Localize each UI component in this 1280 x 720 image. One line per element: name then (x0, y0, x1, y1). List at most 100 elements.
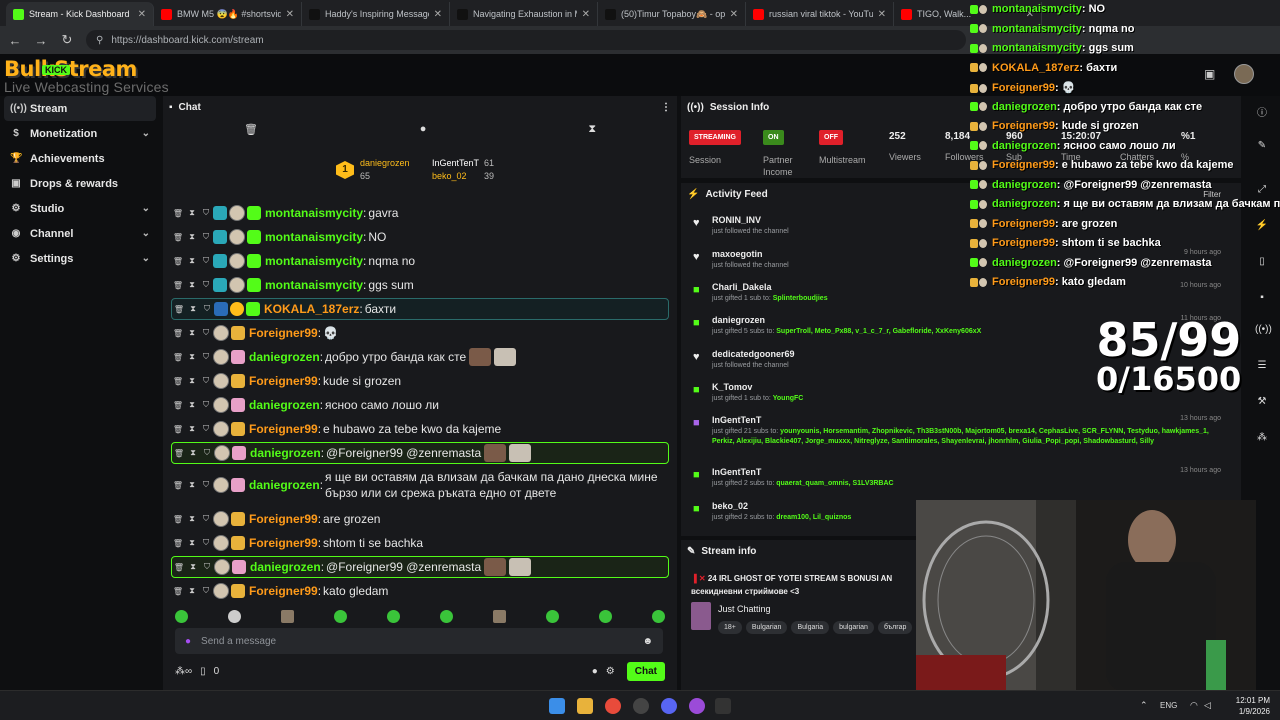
emote-icon[interactable] (175, 609, 188, 623)
language-indicator[interactable]: ENG (1160, 701, 1177, 710)
browser-tab[interactable]: Stream - Kick Dashboard ✕ (6, 2, 154, 26)
filter-button[interactable]: Filter (1203, 190, 1221, 199)
trash-icon[interactable]: 🗑 (172, 563, 186, 572)
timer-icon[interactable]: ⧗ (185, 586, 199, 596)
tab-close-icon[interactable]: ✕ (286, 9, 294, 20)
file-explorer-icon[interactable] (577, 698, 593, 714)
system-clock[interactable]: 12:01 PM 1/9/2026 (1236, 695, 1270, 717)
chat-message[interactable]: 🗑 ⧗ ⛉ Foreigner99: shtom ti se bachka (171, 532, 669, 554)
tab-close-icon[interactable]: ✕ (138, 9, 146, 20)
chevron-down-icon[interactable]: ⌄ (142, 128, 150, 139)
sidebar-item-drops-rewards[interactable]: ▣ Drops & rewards (0, 171, 160, 196)
chat-username[interactable]: Foreigner99 (249, 512, 318, 526)
list-icon[interactable]: ☰ (1255, 360, 1269, 374)
chat-username[interactable]: montanaismycity (265, 254, 363, 268)
expand-icon[interactable]: ⤢ (1255, 184, 1269, 198)
trash-icon[interactable]: ▯ (1255, 256, 1269, 270)
chat-message[interactable]: 🗑 ⧗ ⛉ montanaismycity: NO (171, 226, 669, 248)
avatar[interactable] (1234, 64, 1254, 84)
chat-username[interactable]: montanaismycity (265, 206, 363, 220)
twitch-icon[interactable] (689, 698, 705, 714)
chat-message[interactable]: 🗑 ⧗ ⛉ daniegrozen: @Foreigner99 @zenremasta (171, 442, 669, 464)
shield-icon[interactable]: ⛉ (199, 208, 213, 218)
trash-icon[interactable]: 🗑 (171, 539, 185, 548)
browser-tab[interactable]: (50)Timur Topaboy🙈 - оригин ✕ (598, 2, 746, 26)
chat-message[interactable]: 🗑 ⧗ ⛉ montanaismycity: ggs sum (171, 274, 669, 296)
chevron-down-icon[interactable]: ⌄ (142, 253, 150, 264)
notification-icon[interactable]: ▣ (1204, 67, 1215, 81)
timer-icon[interactable]: ⧗ (186, 304, 200, 314)
tab-close-icon[interactable]: ✕ (730, 9, 738, 20)
activity-username[interactable]: maxoegotin (712, 249, 763, 259)
gear-icon[interactable]: ⚙ (606, 666, 615, 677)
trash-icon[interactable]: 🗑 (171, 233, 185, 242)
activity-username[interactable]: K_Tomov (712, 382, 752, 392)
trash-icon[interactable]: 🗑 (171, 425, 185, 434)
back-icon[interactable]: ← (8, 33, 22, 48)
chat-username[interactable]: Foreigner99 (249, 536, 318, 550)
shield-icon[interactable]: ⛉ (199, 376, 213, 386)
trash-icon[interactable]: 🗑 (171, 329, 185, 338)
sidebar-item-stream[interactable]: ((•)) Stream (4, 96, 156, 121)
emoji-icon[interactable]: ☻ (642, 636, 653, 647)
shield-icon[interactable]: ⛉ (199, 424, 213, 434)
shield-icon[interactable]: ⛉ (200, 562, 214, 572)
trash-icon[interactable]: 🗑 (171, 515, 185, 524)
chat-message[interactable]: 🗑 ⧗ ⛉ Foreigner99: 💀 (171, 322, 669, 344)
emote-icon[interactable] (493, 609, 506, 623)
timer-icon[interactable]: ⧗ (185, 480, 199, 490)
shield-icon[interactable]: ⛉ (199, 232, 213, 242)
timer-icon[interactable]: ⧗ (185, 352, 199, 362)
sidebar-item-monetization[interactable]: $ Monetization ⌄ (0, 121, 160, 146)
chat-username[interactable]: Foreigner99 (249, 374, 318, 388)
shield-icon[interactable]: ⛉ (199, 538, 213, 548)
timer-icon[interactable]: ⧗ (186, 562, 200, 572)
sidebar-item-studio[interactable]: ⚙ Studio ⌄ (0, 196, 160, 221)
chat-username[interactable]: daniegrozen (249, 478, 320, 492)
chat-message[interactable]: 🗑 ⧗ ⛉ Foreigner99: are grozen (171, 508, 669, 530)
shield-icon[interactable]: ⛉ (199, 400, 213, 410)
share-icon[interactable]: ⁂ (1255, 432, 1269, 446)
url-field[interactable]: ⚲ https://dashboard.kick.com/stream (86, 30, 966, 50)
timer-icon[interactable]: ⧗ (185, 514, 199, 524)
discord-icon[interactable] (661, 698, 677, 714)
trash-icon[interactable]: 🗑 (172, 305, 186, 314)
chevron-down-icon[interactable]: ⌄ (142, 203, 150, 214)
trash-icon[interactable]: 🗑 (171, 587, 185, 596)
trash-icon[interactable]: 🗑 (171, 401, 185, 410)
emote-icon[interactable] (281, 609, 294, 623)
chat-message[interactable]: 🗑 ⧗ ⛉ KOKALA_187erz: бахти (171, 298, 669, 320)
trash-icon[interactable]: 🗑 (171, 377, 185, 386)
chat-message[interactable]: 🗑 ⧗ ⛉ montanaismycity: gavra (171, 202, 669, 224)
chat-message[interactable]: 🗑 ⧗ ⛉ Foreigner99: kato gledam (171, 580, 669, 602)
chat-input[interactable]: ● Send a message ☻ (175, 628, 663, 654)
shield-icon[interactable]: ⛉ (199, 586, 213, 596)
shield-icon[interactable]: ⛉ (200, 304, 214, 314)
tray-chevron-icon[interactable]: ⌃ (1140, 700, 1148, 711)
info-icon[interactable]: ⓘ (1255, 104, 1269, 119)
chat-username[interactable]: daniegrozen (250, 446, 321, 460)
chat-message[interactable]: 🗑 ⧗ ⛉ Foreigner99: e hubawo za tebe kwo da k… (171, 418, 669, 440)
timer-icon[interactable]: ⧗ (588, 123, 596, 136)
chat-username[interactable]: Foreigner99 (249, 422, 318, 436)
chat-send-button[interactable]: Chat (626, 661, 665, 681)
chat-message[interactable]: 🗑 ⧗ ⛉ Foreigner99: kude si grozen (171, 370, 669, 392)
activity-username[interactable]: dedicatedgooner69 (712, 349, 795, 359)
chat-username[interactable]: montanaismycity (265, 230, 363, 244)
tab-close-icon[interactable]: ✕ (1026, 9, 1034, 20)
trash-icon[interactable]: 🗑 (171, 209, 185, 218)
forward-icon[interactable]: → (34, 33, 48, 48)
timer-icon[interactable]: ⧗ (186, 448, 200, 458)
edit-icon[interactable]: ✎ (1255, 140, 1269, 154)
browser-tab[interactable]: BMW M5 😨🔥 #shortsvideo ✕ (154, 2, 302, 26)
shield-icon[interactable]: ⛉ (199, 256, 213, 266)
stream-tag[interactable]: българ (877, 621, 913, 634)
site-info-icon[interactable]: ⚲ (96, 35, 103, 46)
chat-message[interactable]: 🗑 ⧗ ⛉ daniegrozen: ясноо само лошо ли (171, 394, 669, 416)
stream-tag[interactable]: 18+ (718, 621, 742, 634)
timer-icon[interactable]: ⧗ (185, 208, 199, 218)
chat-message[interactable]: 🗑 ⧗ ⛉ daniegrozen: я ще ви оставям да влизам… (171, 466, 669, 504)
trash-icon[interactable]: 🗑 (171, 281, 185, 290)
chat-username[interactable]: daniegrozen (249, 398, 320, 412)
chat-username[interactable]: daniegrozen (249, 350, 320, 364)
